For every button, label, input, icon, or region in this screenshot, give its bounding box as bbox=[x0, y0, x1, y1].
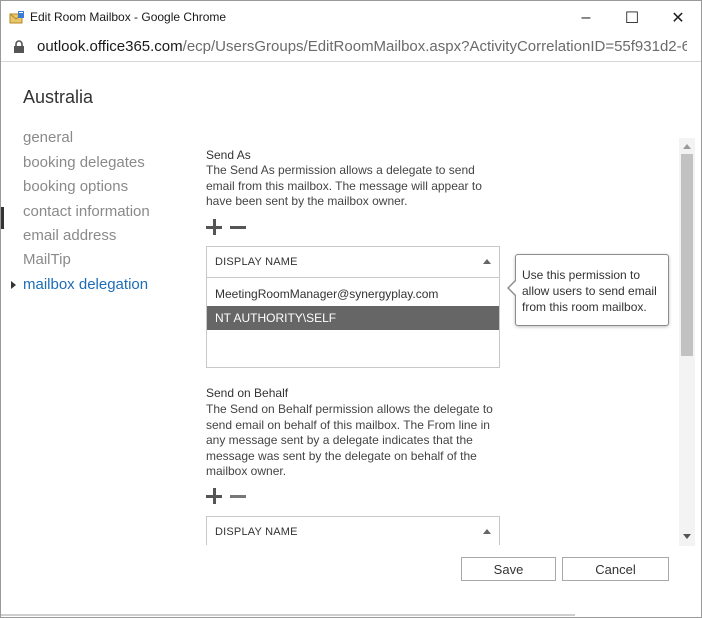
send-on-behalf-title: Send on Behalf bbox=[206, 386, 289, 400]
bottom-divider bbox=[1, 614, 575, 616]
maximize-button[interactable]: ☐ bbox=[609, 1, 655, 34]
send-as-add-icon[interactable] bbox=[206, 219, 222, 235]
send-as-column-header[interactable]: DISPLAY NAME bbox=[207, 247, 499, 278]
lock-icon bbox=[14, 40, 24, 53]
sidebar-item-booking-delegates[interactable]: booking delegates bbox=[23, 154, 145, 171]
row-display-name: MeetingRoomManager@synergyplay.com bbox=[215, 287, 439, 301]
scroll-thumb[interactable] bbox=[681, 154, 693, 356]
browser-window: Edit Room Mailbox - Google Chrome – ☐ ✕ … bbox=[0, 0, 702, 618]
sort-ascending-icon bbox=[483, 529, 491, 534]
url-path: /ecp/UsersGroups/EditRoomMailbox.aspx?Ac… bbox=[182, 38, 687, 55]
url-text[interactable]: outlook.office365.com/ecp/UsersGroups/Ed… bbox=[37, 38, 687, 55]
url-host: outlook.office365.com bbox=[37, 38, 183, 55]
send-as-grid: DISPLAY NAME MeetingRoomManager@synergyp… bbox=[206, 246, 500, 368]
address-bar[interactable]: outlook.office365.com/ecp/UsersGroups/Ed… bbox=[1, 34, 701, 60]
row-display-name: NT AUTHORITY\SELF bbox=[215, 311, 337, 325]
vertical-scrollbar[interactable] bbox=[679, 138, 695, 546]
title-bar: Edit Room Mailbox - Google Chrome – ☐ ✕ bbox=[1, 1, 701, 34]
tooltip-text: Use this permission to allow users to se… bbox=[522, 268, 657, 314]
column-header-label: DISPLAY NAME bbox=[215, 256, 298, 268]
sidebar-item-mailbox-delegation[interactable]: mailbox delegation bbox=[11, 276, 149, 293]
table-row-selected[interactable]: NT AUTHORITY\SELF bbox=[207, 306, 499, 330]
sidebar-item-general[interactable]: general bbox=[23, 129, 73, 146]
send-on-behalf-description: The Send on Behalf permission allows the… bbox=[206, 402, 493, 478]
close-button[interactable]: ✕ bbox=[655, 1, 701, 34]
sidebar-item-booking-options[interactable]: booking options bbox=[23, 178, 128, 195]
header-divider bbox=[1, 61, 701, 62]
send-as-title: Send As bbox=[206, 148, 251, 162]
sort-ascending-icon bbox=[483, 259, 491, 264]
column-header-label: DISPLAY NAME bbox=[215, 526, 298, 538]
send-on-behalf-grid: DISPLAY NAME bbox=[206, 516, 500, 545]
minimize-button[interactable]: – bbox=[563, 1, 609, 34]
content-panel: Send As The Send As permission allows a … bbox=[206, 141, 676, 545]
cancel-button[interactable]: Cancel bbox=[562, 557, 669, 581]
mailbox-app-icon bbox=[9, 11, 24, 24]
scroll-up-arrow-icon[interactable] bbox=[683, 144, 691, 149]
send-on-behalf-remove-icon[interactable] bbox=[230, 488, 246, 504]
send-on-behalf-toolbar bbox=[206, 488, 254, 508]
caret-right-icon bbox=[11, 281, 16, 289]
left-edge-marker bbox=[1, 207, 4, 229]
page-title: Australia bbox=[23, 87, 94, 107]
send-as-remove-icon[interactable] bbox=[230, 219, 246, 235]
send-on-behalf-add-icon[interactable] bbox=[206, 488, 222, 504]
table-row[interactable]: MeetingRoomManager@synergyplay.com bbox=[207, 282, 499, 306]
window-title: Edit Room Mailbox - Google Chrome bbox=[30, 10, 227, 24]
scroll-down-arrow-icon[interactable] bbox=[683, 534, 691, 539]
send-on-behalf-column-header[interactable]: DISPLAY NAME bbox=[207, 517, 499, 545]
sidebar-item-email-address[interactable]: email address bbox=[23, 227, 116, 244]
sidebar-item-contact-information[interactable]: contact information bbox=[23, 203, 150, 220]
sidebar-item-label: mailbox delegation bbox=[23, 276, 149, 293]
send-as-description: The Send As permission allows a delegate… bbox=[206, 163, 482, 208]
send-as-toolbar bbox=[206, 219, 254, 239]
sidebar-item-mailtip[interactable]: MailTip bbox=[23, 251, 71, 268]
send-as-tooltip: Use this permission to allow users to se… bbox=[507, 254, 669, 326]
save-button[interactable]: Save bbox=[461, 557, 556, 581]
